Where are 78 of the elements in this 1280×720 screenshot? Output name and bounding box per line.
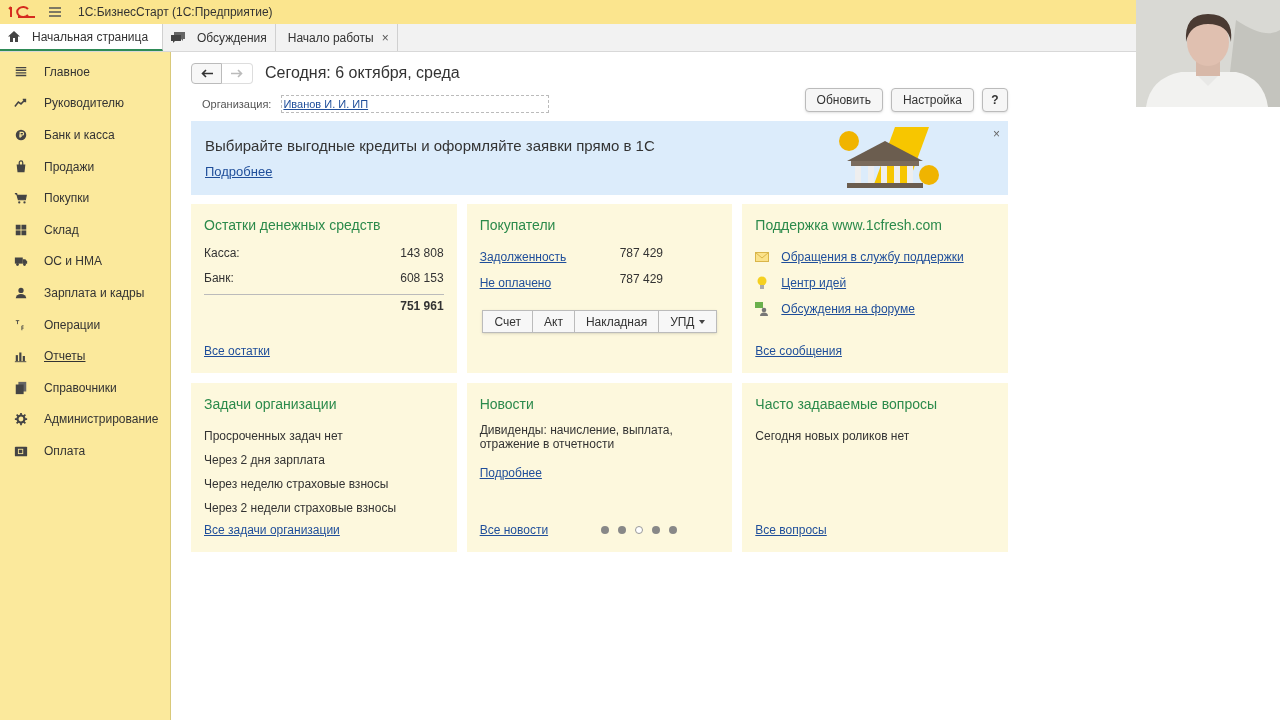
toolbar-button[interactable]: Обновить — [804, 88, 883, 112]
text: Через 2 недели страховые взносы — [204, 501, 396, 515]
text: Банк: — [204, 270, 234, 287]
card-title: Покупатели — [479, 216, 557, 235]
text: Просроченных задач нет — [204, 429, 343, 443]
link[interactable]: Все сообщения — [755, 342, 842, 360]
text: 787 429 — [619, 271, 664, 288]
link[interactable]: Все новости — [479, 521, 549, 539]
sidebar-item[interactable]: Банк и касса — [44, 126, 115, 144]
caret-icon — [698, 320, 705, 325]
shopping-bag-icon — [14, 159, 28, 174]
link[interactable]: Не оплачено — [479, 276, 552, 290]
text: 787 429 — [619, 245, 664, 262]
action-button[interactable]: Накладная — [574, 310, 660, 333]
link[interactable]: Все задачи организации — [204, 521, 340, 539]
action-button[interactable]: Счет — [482, 310, 534, 333]
card-title: Новости — [479, 395, 535, 414]
sidebar-item[interactable]: Покупки — [44, 189, 90, 208]
link[interactable]: Все остатки — [204, 342, 270, 360]
field-label: Организация: — [202, 96, 272, 112]
action-button[interactable]: УПД — [659, 310, 717, 333]
action-button[interactable]: Акт — [533, 310, 575, 333]
chat-icon — [171, 31, 185, 44]
sidebar-item[interactable]: Операции — [44, 315, 101, 334]
link[interactable]: Центр идей — [781, 274, 847, 292]
text: 608 153 — [400, 270, 444, 287]
logo-icon[interactable] — [8, 5, 36, 19]
link[interactable]: Обсуждения на форуме — [781, 300, 915, 318]
sidebar-item[interactable]: Зарплата и кадры — [44, 283, 145, 302]
banner-text: Выбирайте выгодные кредиты и оформляйте заявки прямо в 1С — [205, 136, 656, 156]
envelope-icon — [755, 252, 770, 262]
text: Сегодня новых роликов нет — [755, 429, 910, 443]
window-title: 1С:БизнесСтарт (1С:Предприятие) — [78, 4, 273, 21]
text: Касса: — [204, 245, 240, 262]
close-icon[interactable]: × — [993, 125, 1000, 143]
sidebar-item[interactable]: Справочники — [44, 378, 117, 397]
list-icon — [14, 64, 28, 79]
card-title: Часто задаваемые вопросы — [755, 395, 939, 414]
organization-field[interactable]: Иванов И. И. ИП — [281, 94, 550, 114]
text: 143 808 — [400, 245, 444, 262]
lightbulb-icon — [757, 276, 768, 290]
help-button[interactable]: ? — [982, 88, 1008, 112]
link[interactable]: Все вопросы — [755, 521, 827, 539]
toolbar-button[interactable]: Настройка — [890, 88, 974, 112]
ruble-coin-icon — [14, 128, 28, 142]
sidebar-item[interactable]: Оплата — [44, 441, 86, 460]
text: Через неделю страховые взносы — [204, 477, 389, 491]
books-icon — [14, 380, 28, 395]
forum-users-icon — [755, 302, 770, 316]
sidebar-item[interactable]: Продажи — [44, 157, 95, 176]
sidebar-item[interactable]: Главное — [44, 62, 90, 81]
text: Через 2 дня зарплата — [204, 453, 325, 467]
link[interactable]: Подробнее — [479, 464, 542, 482]
banner-link[interactable]: Подробнее — [205, 161, 273, 181]
arrow-left-icon — [200, 68, 213, 78]
back-button[interactable] — [191, 62, 222, 84]
menu-icon[interactable] — [48, 6, 62, 18]
sidebar-item[interactable]: Руководителю — [44, 94, 125, 113]
link[interactable]: Задолженность — [479, 250, 567, 264]
page-title: Сегодня: 6 октября, среда — [265, 63, 460, 83]
settings-icon — [14, 412, 28, 427]
text: Дивиденды: начисление, выплата, отражение в отчетности — [479, 423, 674, 451]
text: 751 961 — [400, 298, 444, 315]
tab[interactable]: Начальная страница — [0, 24, 163, 51]
card-title: Задачи организации — [204, 395, 338, 414]
home-icon — [8, 31, 20, 42]
sidebar-item[interactable]: Отчеты — [44, 347, 86, 366]
close-icon[interactable]: × — [381, 28, 389, 47]
sidebar-item[interactable]: Администрирование — [44, 410, 159, 429]
link[interactable]: Обращения в службу поддержки — [781, 248, 964, 266]
cart-icon — [14, 191, 28, 206]
sidebar-item[interactable]: Склад — [44, 220, 79, 239]
card-title: Поддержка www.1cfresh.com — [755, 216, 943, 235]
sidebar-item[interactable]: ОС и НМА — [44, 252, 103, 271]
person-icon — [14, 285, 28, 300]
card-title: Остатки денежных средств — [204, 216, 382, 235]
grid-icon — [14, 222, 28, 237]
arrow-right-icon — [231, 68, 243, 78]
